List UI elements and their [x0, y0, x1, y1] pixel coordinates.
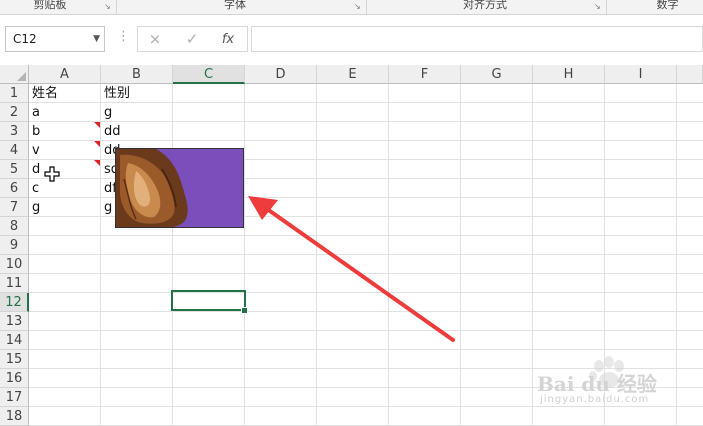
alignment-group-label: 对齐方式 — [463, 0, 507, 11]
row-header[interactable]: 4 — [0, 141, 29, 160]
row-header[interactable]: 6 — [0, 179, 29, 198]
clipboard-group-label: 剪贴板 — [33, 0, 67, 11]
row-header[interactable]: 5 — [0, 160, 29, 179]
row-header[interactable]: 9 — [0, 236, 29, 255]
column-header-a[interactable]: A — [29, 65, 101, 84]
row-header[interactable]: 7 — [0, 198, 29, 217]
grid-hline — [29, 102, 703, 103]
ribbon-separator — [366, 0, 367, 14]
formula-input[interactable] — [251, 26, 703, 52]
grid-vline — [172, 84, 173, 426]
column-header-c[interactable]: C — [173, 65, 245, 84]
cell-a2[interactable]: a — [29, 103, 40, 122]
column-header-d[interactable]: D — [245, 65, 317, 84]
alignment-launcher-icon[interactable]: ↘ — [594, 3, 602, 11]
grid-vline — [676, 84, 677, 426]
enter-icon[interactable]: ✓ — [182, 30, 202, 48]
column-header-h[interactable]: H — [533, 65, 605, 84]
row-header[interactable]: 14 — [0, 331, 29, 350]
cancel-icon[interactable]: × — [145, 30, 165, 48]
cell-b3[interactable]: dd — [101, 122, 121, 141]
dog-photo-image[interactable] — [115, 148, 244, 228]
ribbon-separator — [116, 0, 117, 14]
column-header-e[interactable]: E — [317, 65, 389, 84]
ribbon-group-labels: 剪贴板 ↘ 字体 ↘ 对齐方式 ↘ 数字 — [0, 0, 703, 15]
cell-a3[interactable]: b — [29, 122, 40, 141]
dog-fur-illustration — [116, 149, 243, 227]
row-header[interactable]: 17 — [0, 388, 29, 407]
watermark-url: jingyan.baidu.com — [540, 394, 650, 405]
row-header[interactable]: 15 — [0, 350, 29, 369]
cell-b1[interactable]: 性别 — [101, 84, 130, 103]
comment-indicator-icon[interactable] — [94, 141, 100, 147]
insert-function-icon[interactable]: fx — [218, 32, 238, 47]
formula-buttons: × ✓ fx — [137, 26, 248, 52]
grid-vline — [532, 84, 533, 426]
row-header[interactable]: 10 — [0, 255, 29, 274]
comment-indicator-icon[interactable] — [94, 160, 100, 166]
font-group-label: 字体 — [224, 0, 246, 11]
font-launcher-icon[interactable]: ↘ — [354, 3, 362, 11]
column-header-i[interactable]: I — [605, 65, 677, 84]
select-all-triangle-icon — [17, 72, 26, 81]
cell-a5[interactable]: d — [29, 160, 40, 179]
cell-b7[interactable]: g — [101, 198, 112, 217]
cell-a6[interactable]: c — [29, 179, 39, 198]
grid-vline — [244, 84, 245, 426]
cell-a7[interactable]: g — [29, 198, 40, 217]
grid-vline — [460, 84, 461, 426]
red-arrow-annotation-icon — [248, 196, 455, 342]
number-group-label: 数字 — [656, 0, 679, 11]
cell-a4[interactable]: v — [29, 141, 40, 160]
formula-bar-grip-icon[interactable]: ⋮ — [117, 29, 130, 44]
row-header[interactable]: 2 — [0, 103, 29, 122]
chevron-down-icon[interactable]: ▼ — [93, 27, 100, 51]
name-box[interactable]: C12 ▼ — [5, 26, 105, 52]
ribbon-separator — [606, 0, 607, 14]
grid-hline — [29, 121, 703, 122]
select-cursor-icon — [44, 166, 60, 182]
column-header-b[interactable]: B — [101, 65, 173, 84]
row-header[interactable]: 8 — [0, 217, 29, 236]
grid-hline — [29, 349, 703, 350]
row-header[interactable]: 16 — [0, 369, 29, 388]
row-header[interactable]: 18 — [0, 407, 29, 426]
watermark-brand: Bai du 经验 — [537, 372, 657, 396]
clipboard-launcher-icon[interactable]: ↘ — [104, 3, 112, 11]
row-header[interactable]: 3 — [0, 122, 29, 141]
active-cell-selection[interactable] — [171, 290, 246, 311]
fill-handle[interactable] — [241, 307, 248, 314]
name-box-value: C12 — [13, 32, 37, 46]
row-header[interactable]: 1 — [0, 84, 29, 103]
select-all-button[interactable] — [0, 65, 29, 84]
cell-b2[interactable]: g — [101, 103, 112, 122]
row-header-selected[interactable]: 12 — [0, 293, 29, 312]
comment-indicator-icon[interactable] — [94, 122, 100, 128]
row-header[interactable]: 13 — [0, 312, 29, 331]
row-header[interactable]: 11 — [0, 274, 29, 293]
cell-a1[interactable]: 姓名 — [29, 84, 58, 103]
grid-hline — [29, 140, 703, 141]
column-header-j[interactable] — [677, 65, 703, 84]
column-header-g[interactable]: G — [461, 65, 533, 84]
column-header-f[interactable]: F — [389, 65, 461, 84]
